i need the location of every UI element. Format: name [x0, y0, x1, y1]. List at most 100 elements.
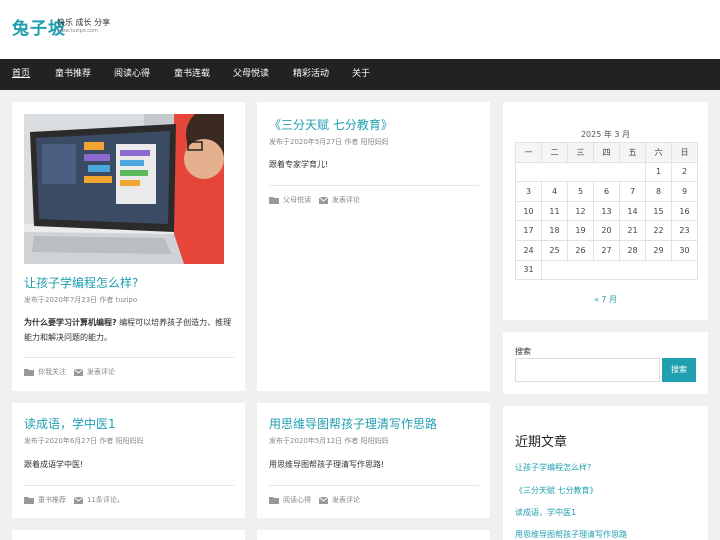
site-url-text: www.tuzipo.com: [57, 28, 98, 34]
post-card: 用思维导图帮孩子理清写作思路 发布于2020年5月12日 作者 阳阳妈妈 用思维…: [257, 403, 490, 518]
post-excerpt: 为什么要学习计算机编程? 编程可以培养孩子创造力、推理能力和解决问题的能力。: [24, 315, 234, 345]
search-button[interactable]: 搜索: [662, 358, 696, 382]
site-tagline: 快乐 成长 分享: [57, 18, 111, 27]
weekday-header: 四: [593, 142, 620, 163]
weekday-header: 五: [619, 142, 646, 163]
calendar-day: 28: [619, 239, 646, 261]
post-category-link[interactable]: 童书推荐: [38, 495, 66, 505]
calendar-day: 18: [541, 220, 568, 241]
post-comments-link[interactable]: 发表评论: [332, 495, 360, 505]
calendar-day: 9: [671, 181, 698, 202]
post-footer: 阅读心得 发表评论: [269, 495, 360, 505]
nav-item-serials[interactable]: 童书连载: [174, 59, 210, 90]
calendar-day: 4: [541, 181, 568, 202]
calendar-day: 31: [515, 259, 542, 281]
calendar-day: 23: [671, 220, 698, 241]
divider: [24, 357, 234, 358]
post-meta: 发布于2020年7月23日 作者 tuzipo: [24, 296, 138, 304]
calendar-day: 24: [515, 239, 542, 261]
calendar-day: 14: [619, 200, 646, 222]
recent-posts-heading: 近期文章: [515, 435, 568, 450]
calendar-day: 26: [567, 239, 594, 261]
calendar-day: 3: [515, 181, 542, 202]
weekday-header: 六: [645, 142, 672, 163]
post-meta: 发布于2020年5月12日 作者 阳阳妈妈: [269, 437, 389, 445]
calendar-day: 2: [671, 161, 698, 183]
folder-icon: [269, 197, 279, 204]
nav-item-book-recommend[interactable]: 童书推荐: [55, 59, 91, 90]
post-comments-link[interactable]: 11条评论。: [87, 495, 124, 505]
calendar-day: 6: [593, 181, 620, 202]
post-title[interactable]: 《三分天赋 七分教育》: [269, 116, 393, 133]
comment-icon: [319, 496, 328, 504]
calendar-day: 16: [671, 200, 698, 222]
post-title[interactable]: 用思维导图帮孩子理清写作思路: [269, 415, 437, 432]
comment-icon: [74, 496, 83, 504]
calendar-day: 10: [515, 200, 542, 222]
recent-post-link[interactable]: 读成语，学中医1: [515, 507, 576, 518]
post-thumbnail[interactable]: [24, 114, 224, 264]
calendar-pad: [541, 259, 698, 281]
post-title[interactable]: 读成语，学中医1: [24, 415, 116, 432]
recent-post-link[interactable]: 让孩子学编程怎么样?: [515, 462, 591, 473]
post-category-link[interactable]: 阅读心得: [283, 495, 311, 505]
recent-post-link[interactable]: 《三分天赋 七分教育》: [515, 485, 598, 496]
post-footer: 你我关注 发表评论: [24, 367, 115, 377]
calendar-day: 27: [593, 239, 620, 261]
calendar-day: 12: [567, 200, 594, 222]
comment-icon: [74, 368, 83, 376]
calendar-day: 21: [619, 220, 646, 241]
post-title[interactable]: 让孩子学编程怎么样?: [24, 274, 138, 291]
nav-item-reading-notes[interactable]: 阅读心得: [114, 59, 150, 90]
post-card: [257, 530, 490, 540]
search-input[interactable]: [515, 358, 660, 382]
calendar-day: 19: [567, 220, 594, 241]
calendar-day: 25: [541, 239, 568, 261]
calendar-day: 13: [593, 200, 620, 222]
post-card: [12, 530, 245, 540]
calendar-widget: 2025 年 3 月 一 二 三 四 五 六 日 1 2 3 4 5 6 7 8…: [503, 102, 708, 320]
calendar-pad: [515, 161, 646, 183]
post-comments-link[interactable]: 发表评论: [332, 195, 360, 205]
nav-item-about[interactable]: 关于: [352, 59, 370, 90]
post-category-link[interactable]: 父母悦读: [283, 195, 311, 205]
post-category-link[interactable]: 你我关注: [38, 367, 66, 377]
weekday-header: 三: [567, 142, 594, 163]
calendar-day: 8: [645, 181, 672, 202]
folder-icon: [269, 497, 279, 504]
calendar-day: 20: [593, 220, 620, 241]
site-header: 兔子坡 快乐 成长 分享 www.tuzipo.com: [0, 0, 720, 59]
weekday-header: 日: [671, 142, 698, 163]
nav-item-parent-reading[interactable]: 父母悦读: [233, 59, 269, 90]
nav-item-home[interactable]: 首页: [12, 59, 30, 90]
comment-icon: [319, 196, 328, 204]
post-footer: 父母悦读 发表评论: [269, 195, 360, 205]
folder-icon: [24, 497, 34, 504]
post-card: 读成语，学中医1 发布于2020年6月27日 作者 阳阳妈妈 跟着成语学中医! …: [12, 403, 245, 518]
calendar-day: 17: [515, 220, 542, 241]
calendar-day: 15: [645, 200, 672, 222]
recent-post-link[interactable]: 用思维导图帮孩子理清写作思路: [515, 529, 627, 540]
post-meta: 发布于2020年5月27日 作者 阳阳妈妈: [269, 138, 389, 146]
folder-icon: [24, 369, 34, 376]
post-card: 让孩子学编程怎么样? 发布于2020年7月23日 作者 tuzipo 为什么要学…: [12, 102, 245, 391]
post-card: 《三分天赋 七分教育》 发布于2020年5月27日 作者 阳阳妈妈 跟着专家学育…: [257, 102, 490, 391]
post-excerpt: 跟着成语学中医!: [24, 460, 84, 469]
post-comments-link[interactable]: 发表评论: [87, 367, 115, 377]
calendar-day: 29: [645, 239, 672, 261]
calendar-day: 1: [645, 161, 672, 183]
nav-item-events[interactable]: 精彩活动: [293, 59, 329, 90]
post-excerpt: 用思维导图帮孩子理清写作思路!: [269, 460, 385, 469]
calendar-day: 11: [541, 200, 568, 222]
post-excerpt: 跟着专家学育儿!: [269, 160, 329, 169]
calendar-day: 22: [645, 220, 672, 241]
calendar-day: 30: [671, 239, 698, 261]
main-nav: 首页 童书推荐 阅读心得 童书连载 父母悦读 精彩活动 关于: [0, 59, 720, 90]
recent-posts-widget: 近期文章 让孩子学编程怎么样? 《三分天赋 七分教育》 读成语，学中医1 用思维…: [503, 406, 708, 540]
calendar-prev-link[interactable]: « 7 月: [503, 294, 708, 305]
search-widget: 搜索 搜索: [503, 332, 708, 394]
divider: [24, 485, 234, 486]
calendar-day: 7: [619, 181, 646, 202]
post-footer: 童书推荐 11条评论。: [24, 495, 124, 505]
excerpt-bold: 为什么要学习计算机编程?: [24, 318, 117, 327]
